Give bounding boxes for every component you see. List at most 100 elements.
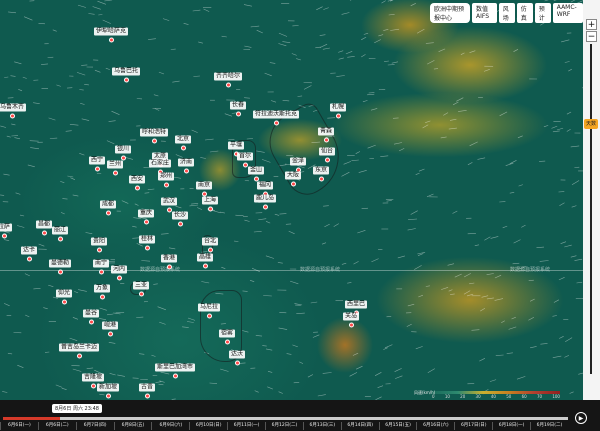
- timeline-date[interactable]: 6月19日(二): [530, 422, 568, 430]
- city-marker[interactable]: 新加坡: [96, 374, 120, 399]
- city-marker[interactable]: 桂林: [138, 226, 156, 251]
- legend-labels: 0 10 20 30 40 50 60 70 100: [432, 394, 560, 399]
- city-marker[interactable]: 河内: [110, 256, 128, 281]
- city-marker[interactable]: 斯里巴加湾市: [154, 354, 196, 379]
- zoom-out-button[interactable]: −: [586, 31, 597, 42]
- city-dot-icon: [107, 331, 113, 337]
- city-marker[interactable]: 大阪: [284, 162, 302, 187]
- play-button[interactable]: ▶: [575, 412, 587, 424]
- city-marker[interactable]: 岘港: [101, 312, 119, 337]
- timeline-date[interactable]: 6月11日(一): [227, 422, 265, 430]
- city-marker[interactable]: 鹿儿岛: [253, 185, 277, 210]
- city-label: 伊犁哈萨克: [93, 27, 129, 36]
- city-marker[interactable]: 长春: [229, 92, 247, 117]
- legend-tick: 10: [444, 394, 450, 399]
- level-slider-handle[interactable]: 天数: [584, 119, 598, 129]
- city-label: 呼和浩特: [139, 128, 169, 137]
- timeline-date[interactable]: 6月6日(二): [37, 422, 76, 430]
- city-dot-icon: [26, 256, 32, 262]
- city-marker[interactable]: 马尼拉: [197, 294, 221, 319]
- timeline-date[interactable]: 6月9日(六): [151, 422, 189, 430]
- city-marker[interactable]: 普吉岛兰卡迈: [58, 334, 100, 359]
- city-marker[interactable]: 南宁: [92, 250, 110, 275]
- city-marker[interactable]: 乌鲁木齐: [0, 94, 27, 119]
- city-marker[interactable]: 古晋: [138, 374, 156, 399]
- timeline-date[interactable]: 6月6日(一): [0, 422, 38, 430]
- legend-tick: 30: [475, 394, 481, 399]
- side-toolbar: + − 天数: [583, 0, 600, 400]
- timeline-date[interactable]: 6月18日(一): [492, 422, 530, 430]
- city-marker[interactable]: 曼德勒: [48, 250, 72, 275]
- menu-item-sim[interactable]: 仿真: [516, 3, 533, 23]
- menu-item-aifs[interactable]: 数值AIFS: [472, 3, 497, 23]
- city-marker[interactable]: 呼和浩特: [139, 119, 169, 144]
- city-marker[interactable]: 拉萨: [0, 214, 13, 239]
- watermark-text: 数据源自预报系统: [300, 267, 341, 273]
- menu-item-wrf[interactable]: AAMC-WRF: [552, 3, 583, 23]
- menu-item-forecast[interactable]: 预计: [534, 3, 551, 23]
- city-marker[interactable]: 成都: [99, 191, 117, 216]
- city-marker[interactable]: 长沙: [171, 202, 189, 227]
- timeline-date[interactable]: 6月13日(三): [302, 422, 341, 430]
- city-label: 河内: [110, 265, 128, 274]
- city-marker[interactable]: 北京: [174, 126, 192, 151]
- city-label: 上海: [201, 196, 219, 205]
- city-marker[interactable]: 高雄: [196, 244, 214, 269]
- city-label: 达卡: [20, 246, 38, 255]
- timeline-date[interactable]: 6月7日(四): [75, 422, 114, 430]
- city-marker[interactable]: 重庆: [137, 200, 155, 225]
- city-marker[interactable]: 郑州: [157, 163, 175, 188]
- city-marker[interactable]: 上海: [201, 187, 219, 212]
- weather-map[interactable]: 数据源自预报系统 数据源自预报系统 数据源自预报系统 伊犁哈萨克 乌鲁巴托 齐齐哈尔…: [0, 0, 583, 400]
- legend-tick: 60: [521, 394, 527, 399]
- city-dot-icon: [116, 275, 122, 281]
- city-marker[interactable]: 曼谷: [82, 300, 100, 325]
- city-dot-icon: [105, 210, 111, 216]
- city-marker[interactable]: 济南: [177, 149, 195, 174]
- city-dot-icon: [1, 233, 7, 239]
- city-marker[interactable]: 西安: [128, 166, 146, 191]
- city-label: 郑州: [157, 172, 175, 181]
- menu-item-ecmwf[interactable]: 欧洲中期预报中心: [430, 3, 471, 23]
- city-marker[interactable]: 丽江: [51, 217, 69, 242]
- city-label: 岘港: [101, 321, 119, 330]
- timeline-date[interactable]: 6月16日(六): [416, 422, 454, 430]
- timeline-date[interactable]: 6月14日(四): [340, 422, 379, 430]
- city-marker[interactable]: 达卡: [20, 237, 38, 262]
- timeline-date[interactable]: 6月12日(二): [265, 422, 303, 430]
- timeline-date[interactable]: 6月10日(日): [189, 422, 227, 430]
- city-marker[interactable]: 符拉迪沃斯托克: [252, 101, 300, 126]
- menu-item-wind[interactable]: 风场: [498, 3, 515, 23]
- city-dot-icon: [105, 393, 111, 399]
- city-marker[interactable]: 齐齐哈尔: [213, 63, 243, 88]
- city-marker[interactable]: 札幌: [329, 94, 347, 119]
- level-slider-track[interactable]: [590, 44, 592, 374]
- city-dot-icon: [234, 360, 240, 366]
- zoom-in-button[interactable]: +: [586, 19, 597, 30]
- city-marker[interactable]: 仰光: [55, 280, 73, 305]
- city-marker[interactable]: 达沃: [228, 341, 246, 366]
- city-label: 齐齐哈尔: [213, 72, 243, 81]
- timeline-date[interactable]: 6月8日(五): [113, 422, 152, 430]
- city-label: 成都: [99, 200, 117, 209]
- timeline-track[interactable]: [3, 417, 568, 420]
- city-label: 乌鲁巴托: [111, 67, 141, 76]
- city-marker[interactable]: 兰州: [106, 151, 124, 176]
- city-marker[interactable]: 乌鲁巴托: [111, 58, 141, 83]
- city-dot-icon: [166, 264, 172, 270]
- timeline-date[interactable]: 6月15日(五): [378, 422, 417, 430]
- city-marker[interactable]: 万象: [93, 275, 111, 300]
- city-marker[interactable]: 三亚: [132, 272, 150, 297]
- city-marker[interactable]: 伊犁哈萨克: [93, 18, 129, 43]
- timeline-bar: 8月6日 周六 23:48 6月6日(一) 6月6日(二) 6月7日(四) 6月8日(…: [0, 400, 600, 431]
- city-marker[interactable]: 西宁: [88, 147, 106, 172]
- city-dot-icon: [166, 207, 172, 213]
- city-marker[interactable]: 关岛: [342, 303, 360, 328]
- city-dot-icon: [9, 113, 15, 119]
- city-marker[interactable]: 香港: [160, 245, 178, 270]
- city-marker[interactable]: 昌都: [35, 211, 53, 236]
- timeline-date[interactable]: 6月17日(日): [454, 422, 492, 430]
- city-dot-icon: [108, 37, 114, 43]
- city-marker[interactable]: 东京: [312, 157, 330, 182]
- city-dot-icon: [57, 236, 63, 242]
